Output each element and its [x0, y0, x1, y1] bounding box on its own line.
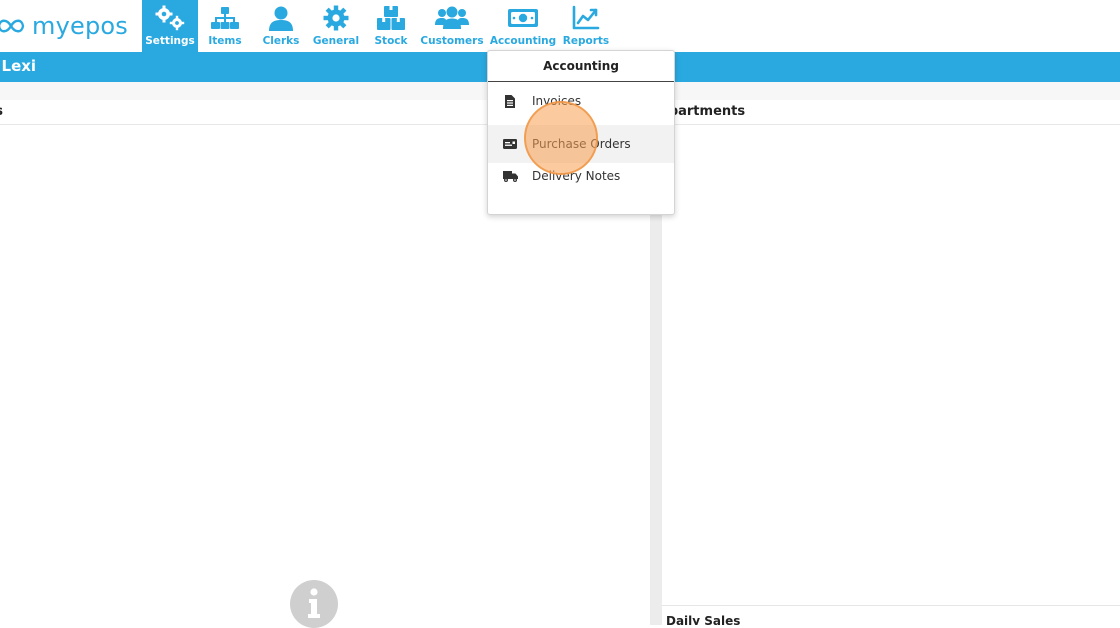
- logo-text: myepos: [32, 12, 128, 40]
- money-bill-icon: [508, 9, 538, 27]
- daily-sales-title: Daily Sales: [666, 614, 741, 625]
- departments-panel: epartments: [660, 100, 1120, 606]
- nav-general-label: General: [312, 35, 360, 47]
- truck-icon: [502, 170, 518, 182]
- left-panel-title: les: [0, 104, 3, 119]
- menu-item-delivery-notes-label: Delivery Notes: [532, 169, 621, 183]
- welcome-text: o Lexi: [0, 57, 37, 75]
- nav-accounting-label: Accounting: [489, 35, 557, 47]
- menu-item-purchase-orders-label: Purchase Orders: [532, 137, 631, 151]
- nav-customers-label: Customers: [420, 35, 484, 47]
- gear-icon: [323, 5, 349, 31]
- menu-item-invoices[interactable]: Invoices: [488, 82, 674, 120]
- dropdown-title: Accounting: [488, 51, 674, 82]
- daily-sales-panel: Daily Sales: [662, 612, 1120, 625]
- nav-general[interactable]: General: [310, 0, 362, 52]
- file-invoice-icon: [505, 94, 515, 108]
- menu-item-delivery-notes[interactable]: Delivery Notes: [488, 157, 674, 195]
- chart-line-icon: [572, 5, 600, 30]
- boxes-icon: [377, 6, 405, 30]
- gears-icon: [155, 5, 185, 31]
- nav-reports[interactable]: Reports: [562, 0, 610, 52]
- nav-clerks-label: Clerks: [262, 35, 300, 47]
- accounting-dropdown-menu: Accounting Invoices Purchase Orders Deli…: [487, 50, 675, 215]
- top-navigation-bar: myepos Settings Items Clerks General Sto…: [0, 0, 1120, 52]
- nav-reports-label: Reports: [562, 35, 610, 47]
- nav-stock[interactable]: Stock: [366, 0, 416, 52]
- users-icon: [435, 6, 469, 29]
- nav-items[interactable]: Items: [200, 0, 250, 52]
- app-logo[interactable]: myepos: [0, 8, 128, 44]
- menu-item-invoices-label: Invoices: [532, 94, 582, 108]
- nav-stock-label: Stock: [374, 35, 408, 47]
- departments-panel-header: epartments: [660, 100, 1120, 125]
- infinity-logo-icon: [0, 19, 25, 33]
- sitemap-icon: [211, 7, 239, 29]
- nav-settings-label: Settings: [145, 35, 195, 47]
- nav-settings[interactable]: Settings: [142, 0, 198, 52]
- purchase-order-icon: [503, 139, 517, 149]
- nav-customers[interactable]: Customers: [420, 0, 484, 52]
- nav-items-label: Items: [208, 35, 242, 47]
- nav-accounting[interactable]: Accounting: [490, 0, 556, 52]
- info-icon: [290, 580, 338, 628]
- user-icon: [269, 6, 293, 31]
- nav-clerks[interactable]: Clerks: [256, 0, 306, 52]
